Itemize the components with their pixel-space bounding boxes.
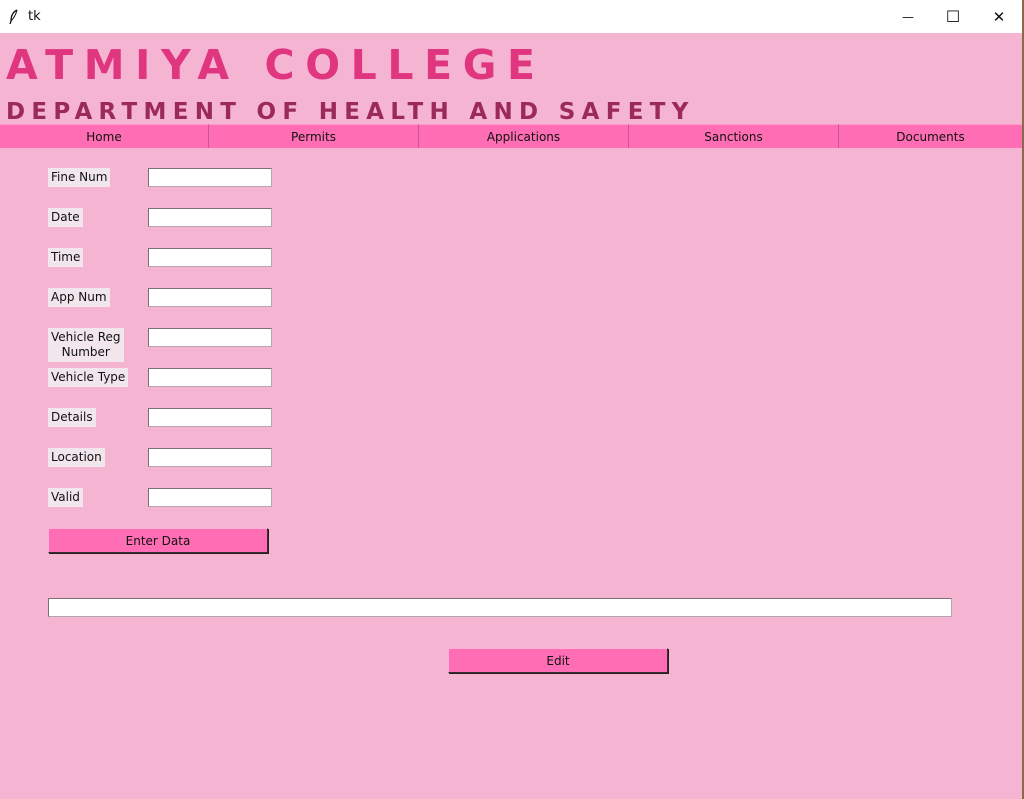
title-bar: tk — ☐ ✕ [0,0,1024,33]
app-num-input[interactable] [148,288,272,307]
department-title: DEPARTMENT OF HEALTH AND SAFETY [6,99,695,125]
close-icon: ✕ [992,7,1006,26]
fine-num-input[interactable] [148,168,272,187]
vehicle-type-label: Vehicle Type [48,368,129,387]
edit-entry-input[interactable] [48,598,952,617]
app-num-label: App Num [48,288,110,307]
vehicle-reg-number-input[interactable] [148,328,272,347]
app-content: ATMIYA COLLEGE DEPARTMENT OF HEALTH AND … [0,33,1024,799]
vehicle-reg-number-label: Vehicle Reg Number [48,328,124,362]
date-input[interactable] [148,208,272,227]
valid-input[interactable] [148,488,272,507]
enter-data-button[interactable]: Enter Data [48,528,268,553]
close-button[interactable]: ✕ [976,0,1022,33]
nav-permits-button[interactable]: Permits [209,124,419,148]
maximize-button[interactable]: ☐ [930,0,976,33]
nav-home-button[interactable]: Home [0,124,209,148]
edit-button[interactable]: Edit [448,648,668,673]
date-label: Date [48,208,83,227]
vehicle-type-input[interactable] [148,368,272,387]
details-input[interactable] [148,408,272,427]
time-label: Time [48,248,84,267]
location-label: Location [48,448,105,467]
maximize-icon: ☐ [945,7,961,26]
location-input[interactable] [148,448,272,467]
minimize-button[interactable]: — [885,0,931,33]
nav-documents-button[interactable]: Documents [839,124,1022,148]
minimize-icon: — [902,9,914,24]
feather-icon [9,9,18,25]
time-input[interactable] [148,248,272,267]
vehicle-reg-label-line2: Number [61,345,110,359]
vehicle-reg-label-line1: Vehicle Reg [51,330,121,344]
valid-label: Valid [48,488,83,507]
window-title: tk [28,9,41,24]
details-label: Details [48,408,96,427]
fine-num-label: Fine Num [48,168,111,187]
nav-sanctions-button[interactable]: Sanctions [629,124,839,148]
nav-applications-button[interactable]: Applications [419,124,629,148]
nav-bar: Home Permits Applications Sanctions Docu… [0,124,1022,148]
college-title: ATMIYA COLLEGE [6,41,546,89]
